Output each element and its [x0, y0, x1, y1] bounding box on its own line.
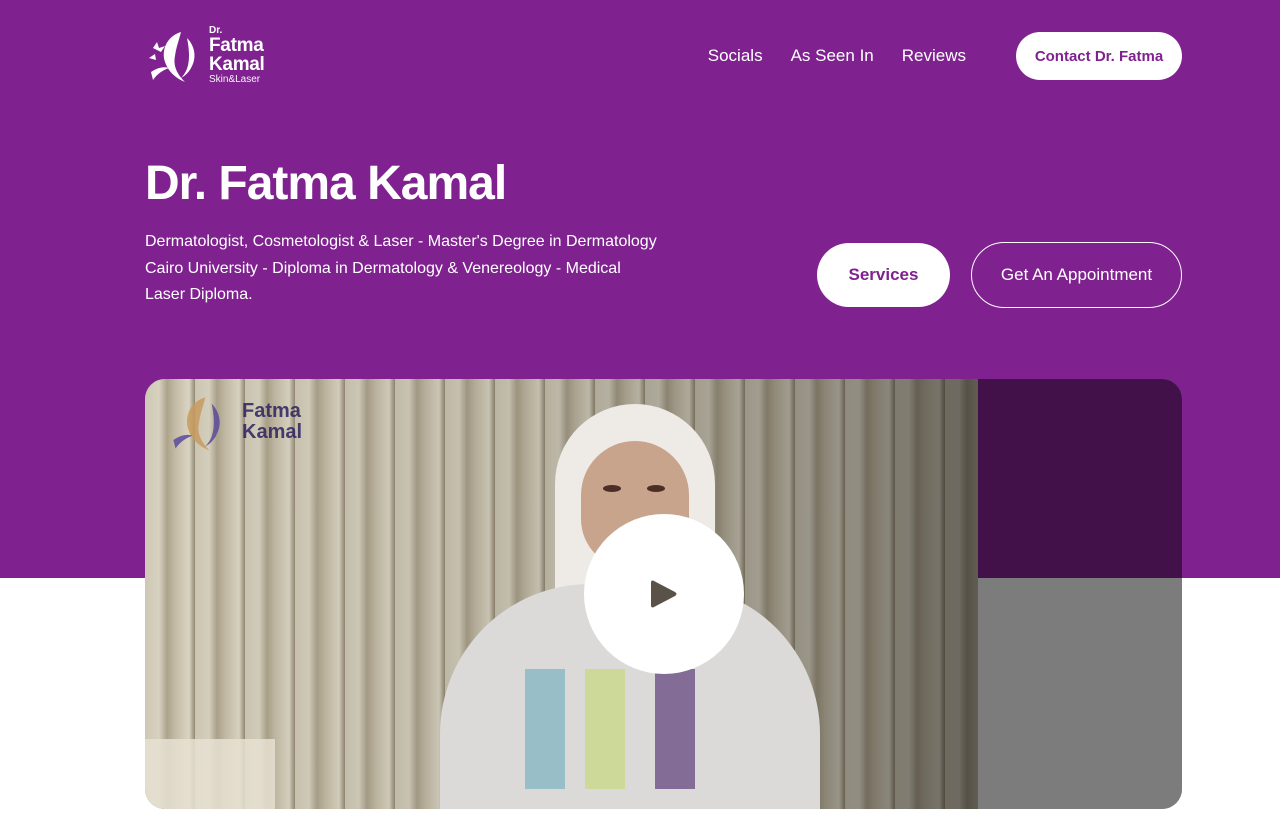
play-button[interactable]	[584, 514, 744, 674]
watermark-last: Kamal	[242, 421, 303, 443]
video-side-panel-top	[978, 379, 1182, 578]
hero-description: Dermatologist, Cosmetologist & Laser - M…	[145, 233, 657, 303]
intro-video[interactable]: Fatma Kamal	[145, 379, 1182, 809]
appointment-button[interactable]: Get An Appointment	[971, 242, 1182, 308]
main-nav: Socials As Seen In Reviews	[708, 46, 966, 66]
contact-button[interactable]: Contact Dr. Fatma	[1016, 32, 1182, 80]
watermark-logo-icon	[173, 397, 220, 451]
thumbnail-sill	[145, 739, 275, 809]
video-thumbnail: Fatma Kamal	[145, 379, 978, 809]
thumbnail-eye-left	[603, 485, 621, 492]
watermark-first: Fatma	[242, 400, 301, 422]
site-header: Dr. Fatma Kamal Skin&Laser Socials As Se…	[145, 24, 1182, 88]
thumbnail-sweater-pattern	[505, 669, 765, 789]
logo-tagline: Skin&Laser	[209, 74, 261, 85]
logo-face-icon	[149, 32, 195, 82]
services-button[interactable]: Services	[817, 243, 950, 307]
site-logo[interactable]: Dr. Fatma Kamal Skin&Laser	[145, 24, 275, 86]
logo-first-name: Fatma	[209, 35, 264, 56]
nav-link-as-seen-in[interactable]: As Seen In	[791, 46, 874, 66]
video-side-panel-bottom	[978, 578, 1182, 809]
logo-wordmark: Dr. Fatma Kamal Skin&Laser	[209, 26, 265, 85]
page-title: Dr. Fatma Kamal	[145, 157, 507, 210]
watermark-text: Fatma Kamal	[242, 401, 302, 443]
thumbnail-eye-right	[647, 485, 665, 492]
nav-link-reviews[interactable]: Reviews	[902, 46, 966, 66]
play-icon	[651, 580, 677, 608]
logo-last-name: Kamal	[209, 54, 265, 75]
video-watermark: Fatma Kamal	[167, 391, 317, 457]
nav-link-socials[interactable]: Socials	[708, 46, 763, 66]
